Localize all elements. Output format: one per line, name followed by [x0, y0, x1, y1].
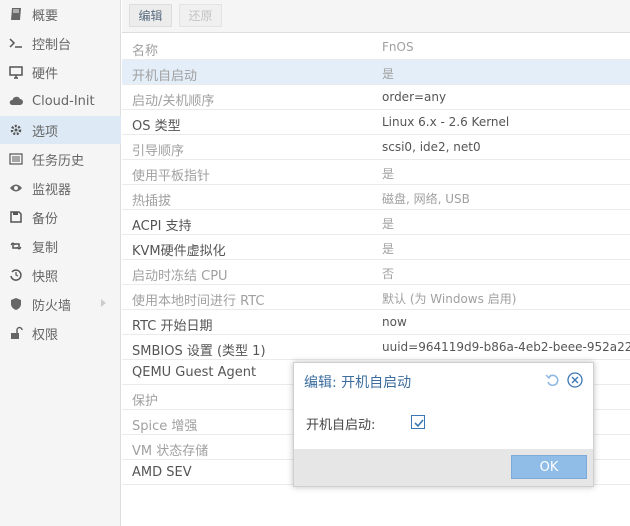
chevron-right-icon: [101, 299, 106, 307]
table-row[interactable]: 启动时冻结 CPU 否: [122, 260, 630, 285]
table-row[interactable]: RTC 开始日期 now: [122, 310, 630, 335]
sidebar-item-cloud-init[interactable]: Cloud-Init: [0, 87, 121, 115]
sidebar-item-label: 备份: [32, 211, 59, 227]
table-row[interactable]: ACPI 支持是: [122, 210, 630, 235]
table-row[interactable]: 热插拔 磁盘, 网络, USB: [122, 185, 630, 210]
shield-icon: [9, 297, 23, 311]
cloud-icon: [9, 94, 23, 108]
list-icon: [9, 152, 23, 166]
sidebar-item-label: 硬件: [32, 66, 59, 82]
ok-button[interactable]: OK: [511, 455, 587, 479]
sidebar-item-label: 防火墙: [32, 298, 72, 314]
sidebar-item-task-history[interactable]: 任务历史: [0, 145, 121, 173]
sidebar-item-label: 权限: [32, 327, 59, 343]
close-icon[interactable]: [567, 372, 583, 392]
dialog-title: 编辑: 开机自启动: [304, 375, 412, 391]
gear-icon: [9, 123, 23, 137]
sidebar-item-label: Cloud-Init: [32, 93, 95, 109]
monitor-icon: [9, 65, 23, 79]
reset-icon[interactable]: [545, 372, 561, 392]
check-icon: [414, 419, 424, 428]
table-row[interactable]: 名称 FnOS: [122, 35, 630, 60]
table-row[interactable]: SMBIOS 设置 (类型 1) uuid=964119d9-b86a-4eb2-…: [122, 335, 630, 360]
sidebar-item-permissions[interactable]: 权限: [0, 319, 121, 347]
retweet-icon: [9, 239, 23, 253]
sidebar-item-label: 监视器: [32, 182, 72, 198]
table-row[interactable]: 使用平板指针是: [122, 160, 630, 185]
table-row[interactable]: KVM硬件虚拟化是: [122, 235, 630, 260]
sidebar-item-summary[interactable]: 概要: [0, 0, 121, 28]
dialog-tools: [545, 372, 583, 392]
sidebar-item-snapshots[interactable]: 快照: [0, 261, 121, 289]
history-icon: [9, 268, 23, 282]
edit-button[interactable]: 编辑: [129, 4, 172, 27]
sidebar-item-label: 概要: [32, 8, 59, 24]
table-row[interactable]: 使用本地时间进行 RTC 默认 (为 Windows 启用): [122, 285, 630, 310]
sidebar-item-label: 复制: [32, 240, 59, 256]
floppy-icon: [9, 210, 23, 224]
table-row[interactable]: 启动/关机顺序 order=any: [122, 85, 630, 110]
sidebar-item-label: 任务历史: [32, 153, 85, 169]
sidebar-item-firewall[interactable]: 防火墙: [0, 290, 121, 318]
sidebar: 概要 控制台 硬件 Cloud-Init 选项 任务历史 监视器 备份 复制 快…: [0, 0, 121, 526]
autostart-label: 开机自启动:: [306, 418, 376, 433]
sidebar-item-label: 控制台: [32, 37, 72, 53]
sidebar-item-backup[interactable]: 备份: [0, 203, 121, 231]
dialog-footer: OK: [294, 449, 593, 486]
edit-dialog: 编辑: 开机自启动 开机自启动: OK: [293, 362, 594, 487]
eye-icon: [9, 181, 23, 195]
unlock-icon: [9, 326, 23, 340]
terminal-icon: [9, 36, 23, 50]
toolbar: 编辑 还原: [122, 0, 630, 33]
sidebar-item-options[interactable]: 选项: [0, 116, 121, 144]
book-icon: [9, 7, 23, 21]
sidebar-item-hardware[interactable]: 硬件: [0, 58, 121, 86]
table-row[interactable]: 开机自启动是: [122, 60, 630, 85]
sidebar-item-label: 选项: [32, 124, 59, 140]
sidebar-item-replication[interactable]: 复制: [0, 232, 121, 260]
table-row[interactable]: 引导顺序 scsi0, ide2, net0: [122, 135, 630, 160]
sidebar-item-label: 快照: [32, 269, 59, 285]
table-row[interactable]: OS 类型 Linux 6.x - 2.6 Kernel: [122, 110, 630, 135]
sidebar-item-monitor[interactable]: 监视器: [0, 174, 121, 202]
autostart-checkbox[interactable]: [411, 415, 425, 429]
revert-button[interactable]: 还原: [179, 4, 222, 27]
sidebar-item-console[interactable]: 控制台: [0, 29, 121, 57]
